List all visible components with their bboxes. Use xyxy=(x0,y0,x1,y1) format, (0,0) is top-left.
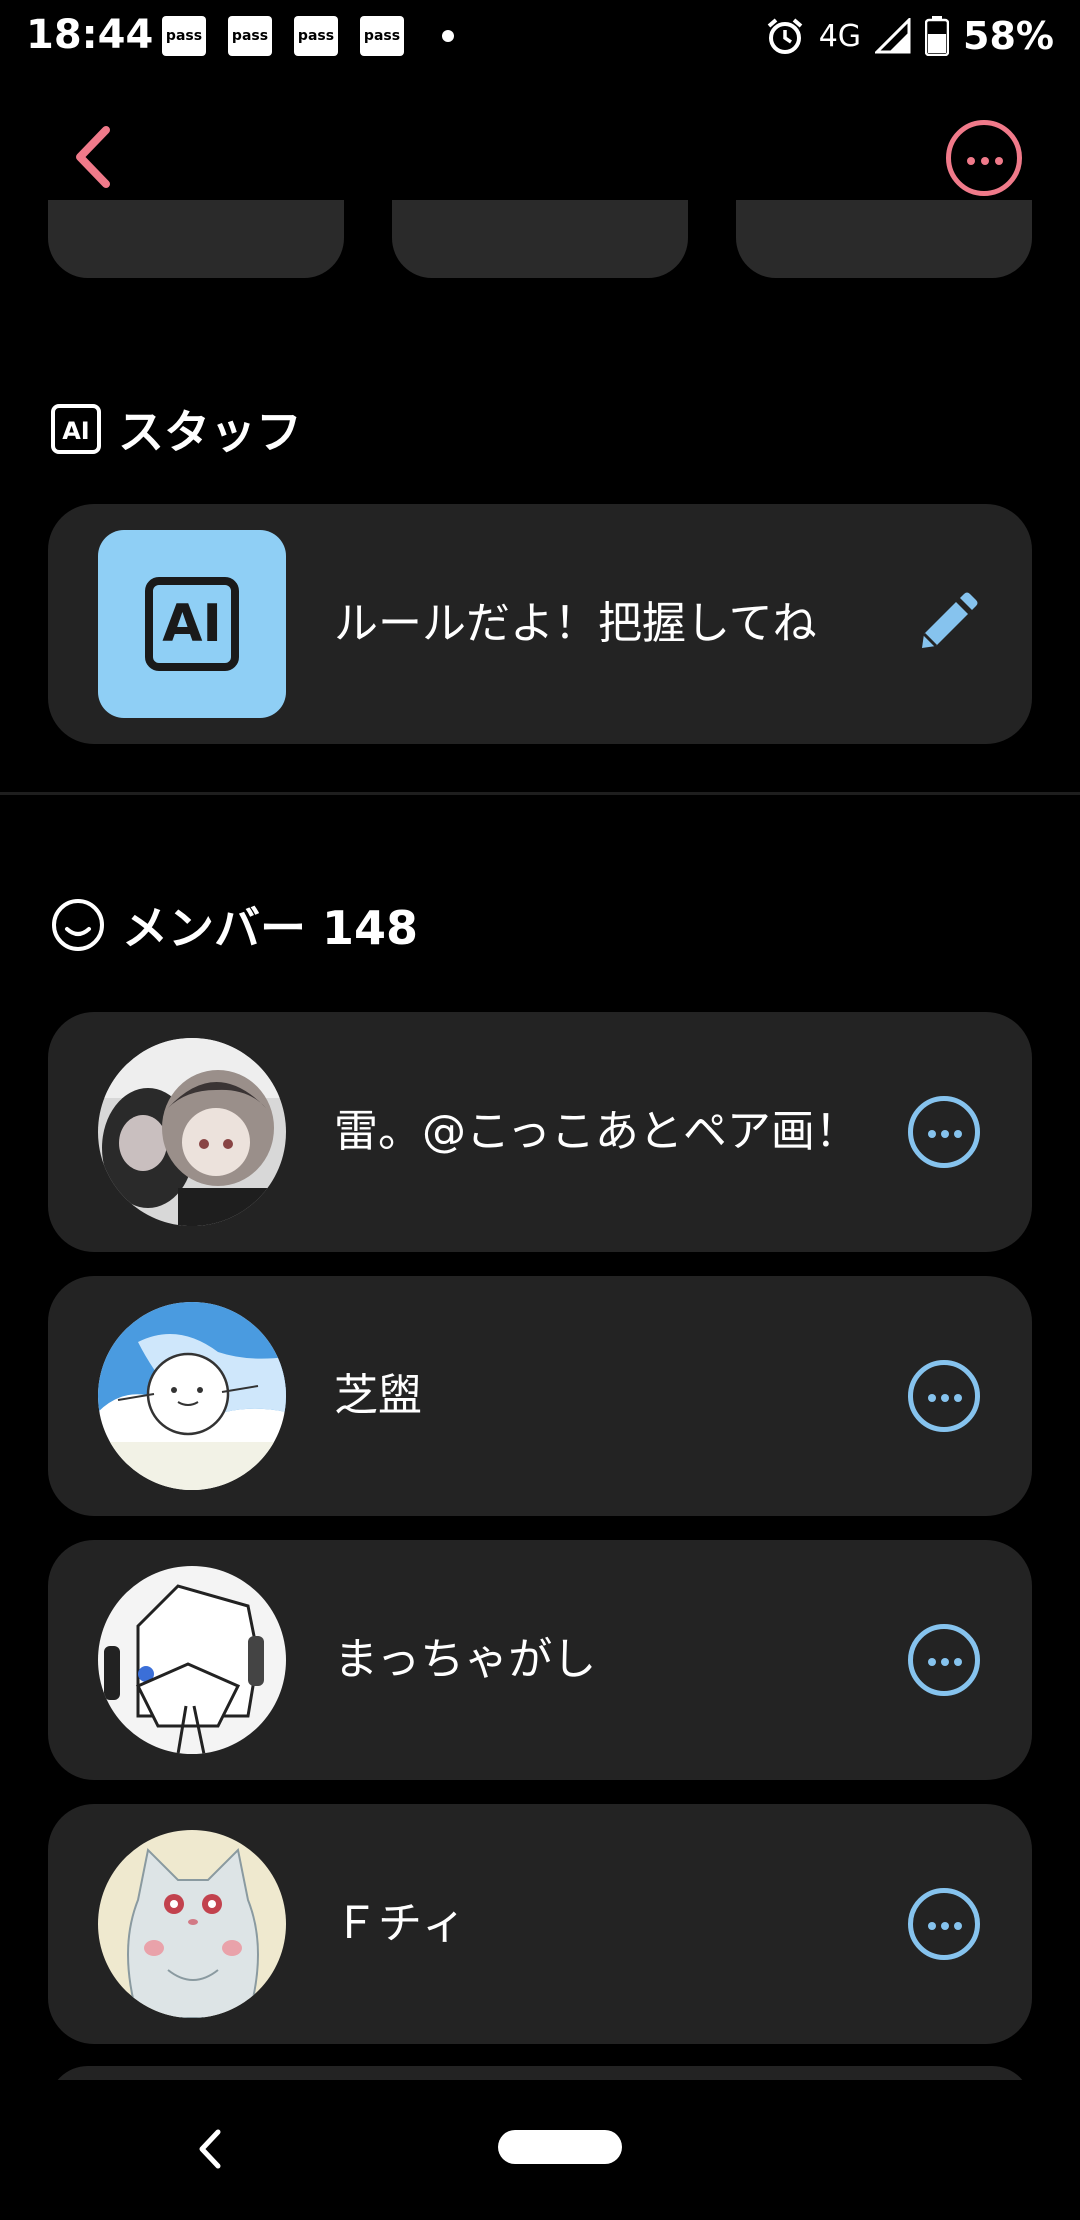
smile-icon xyxy=(52,899,104,951)
dot xyxy=(928,1922,936,1930)
more-options-button[interactable] xyxy=(946,120,1022,196)
member-name: Ｆチィ xyxy=(334,1898,466,1949)
member-more-button[interactable] xyxy=(908,1096,980,1168)
section-divider xyxy=(0,792,1080,795)
status-time: 18:44 xyxy=(26,12,154,58)
signal-icon xyxy=(875,18,911,54)
white-cat-avatar xyxy=(98,1830,286,2018)
member-card[interactable]: Ｆチィ xyxy=(48,1804,1032,2044)
dot xyxy=(995,157,1003,165)
snowman-sky-avatar xyxy=(98,1302,286,1490)
staff-name: ルールだよ！把握してね xyxy=(334,598,817,649)
notification-pass-icon: pass xyxy=(294,16,338,56)
staff-section-title: スタッフ xyxy=(118,405,302,459)
action-pill[interactable] xyxy=(392,200,688,278)
member-section-header: メンバー 148 xyxy=(50,892,418,958)
system-nav-bar xyxy=(0,2080,1080,2220)
nav-home-button[interactable] xyxy=(498,2130,622,2164)
dot xyxy=(954,1130,962,1138)
alarm-icon xyxy=(767,18,802,54)
dot xyxy=(967,157,975,165)
nav-back-button[interactable] xyxy=(190,2124,230,2174)
member-more-button[interactable] xyxy=(908,1888,980,1960)
battery-icon xyxy=(925,16,950,56)
member-more-button[interactable] xyxy=(908,1624,980,1696)
member-card[interactable]: 雷。@こっこあとペア画！ xyxy=(48,1012,1032,1252)
ai-icon: AI xyxy=(145,577,239,671)
dot xyxy=(954,1658,962,1666)
staff-section-header: AI スタッフ xyxy=(50,396,302,462)
dot xyxy=(941,1394,949,1402)
notification-dot-icon xyxy=(442,30,454,42)
dot xyxy=(941,1130,949,1138)
ai-icon: AI xyxy=(51,404,101,454)
battery-percent: 58% xyxy=(963,14,1054,58)
network-type: 4G xyxy=(818,18,862,54)
notification-pass-icon: pass xyxy=(228,16,272,56)
action-pill[interactable] xyxy=(736,200,1032,278)
dot xyxy=(954,1922,962,1930)
edit-button[interactable] xyxy=(908,586,984,662)
member-name: 雷。@こっこあとペア画！ xyxy=(334,1106,859,1157)
member-name: 芝盥 xyxy=(334,1370,422,1421)
staff-card[interactable]: AI ルールだよ！把握してね xyxy=(48,504,1032,744)
notification-pass-icon: pass xyxy=(360,16,404,56)
notification-pass-icon: pass xyxy=(162,16,206,56)
dot xyxy=(928,1130,936,1138)
staff-avatar: AI xyxy=(98,530,286,718)
svg-text:AI: AI xyxy=(62,417,90,445)
dot xyxy=(981,157,989,165)
status-bar: 18:44 pass pass pass pass 4G 58% xyxy=(0,0,1080,72)
dot xyxy=(954,1394,962,1402)
member-more-button[interactable] xyxy=(908,1360,980,1432)
dot xyxy=(928,1658,936,1666)
member-name: まっちゃがし xyxy=(334,1634,597,1685)
action-pill[interactable] xyxy=(48,200,344,278)
back-button[interactable] xyxy=(66,122,126,192)
anime-girls-avatar xyxy=(98,1038,286,1226)
member-card[interactable]: まっちゃがし xyxy=(48,1540,1032,1780)
masked-character-avatar xyxy=(98,1566,286,1754)
dot xyxy=(928,1394,936,1402)
member-section-title: メンバー 148 xyxy=(122,901,419,955)
member-card[interactable]: 芝盥 xyxy=(48,1276,1032,1516)
dot xyxy=(941,1922,949,1930)
pencil-icon xyxy=(922,592,978,648)
dot xyxy=(941,1658,949,1666)
